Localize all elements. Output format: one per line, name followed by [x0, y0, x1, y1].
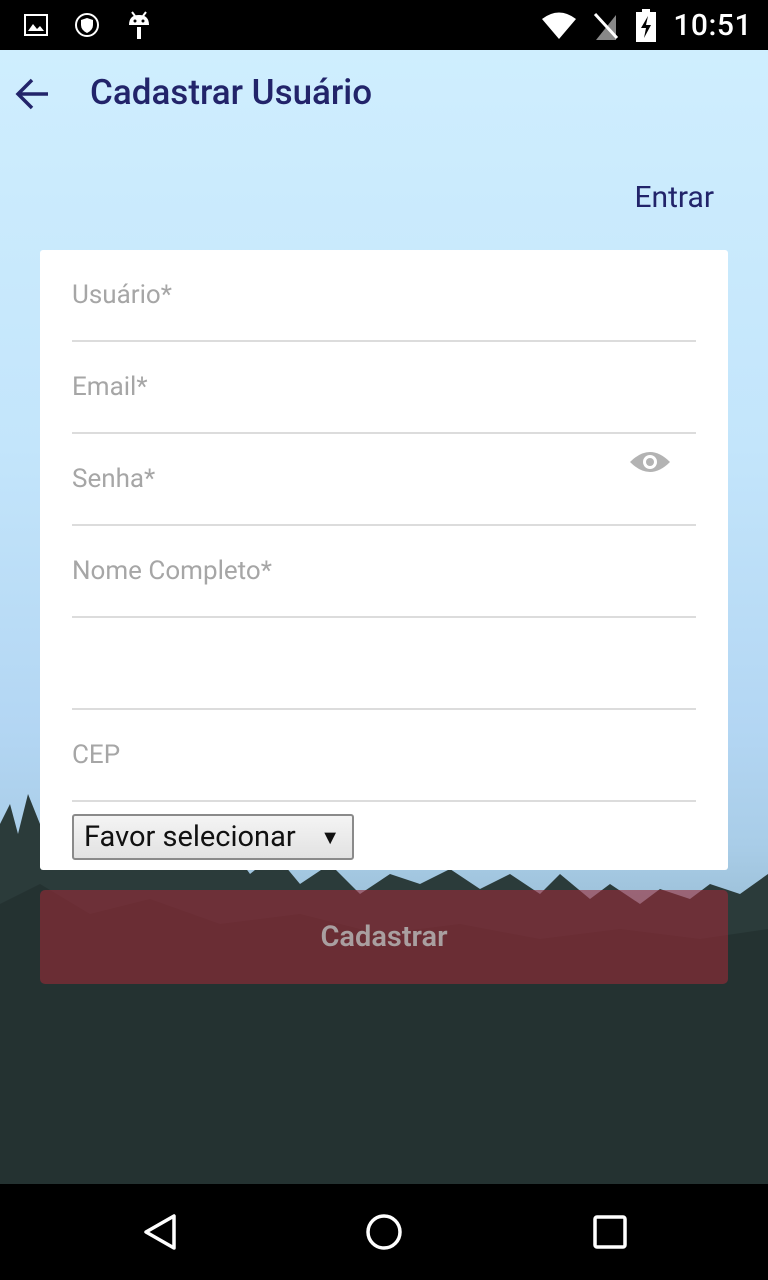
state-select[interactable]: Favor selecionar ▼: [72, 814, 354, 860]
password-field[interactable]: Senha*: [72, 434, 696, 526]
select-value: Favor selecionar: [84, 820, 296, 854]
email-field[interactable]: Email*: [72, 342, 696, 434]
back-triangle-icon[interactable]: [140, 1212, 180, 1252]
email-placeholder: Email*: [72, 372, 148, 402]
cep-placeholder: CEP: [72, 740, 121, 770]
full-name-placeholder: Nome Completo*: [72, 556, 272, 586]
wifi-icon: [542, 12, 577, 39]
shield-icon: [75, 13, 99, 37]
cep-field[interactable]: CEP: [72, 710, 696, 802]
password-placeholder: Senha*: [72, 464, 156, 494]
image-icon: [24, 14, 48, 36]
recents-square-icon[interactable]: [590, 1212, 630, 1252]
login-link[interactable]: Entrar: [635, 180, 715, 215]
username-field[interactable]: Usuário*: [72, 250, 696, 342]
register-button[interactable]: Cadastrar: [40, 890, 728, 984]
username-placeholder: Usuário*: [72, 280, 172, 310]
show-password-icon[interactable]: [628, 446, 672, 478]
clock: 10:51: [673, 8, 752, 43]
unlabeled-field[interactable]: [72, 618, 696, 710]
full-name-field[interactable]: Nome Completo*: [72, 526, 696, 618]
android-icon: [129, 11, 149, 39]
arrow-left-icon: [15, 78, 48, 110]
system-nav-bar: [0, 1184, 768, 1280]
battery-charging-icon: [636, 8, 657, 42]
status-bar: 10:51: [0, 0, 768, 50]
back-button[interactable]: [12, 74, 52, 114]
dropdown-arrow-icon: ▼: [320, 825, 340, 849]
page-title: Cadastrar Usuário: [90, 72, 373, 113]
home-circle-icon[interactable]: [364, 1212, 404, 1252]
registration-form: Usuário* Email* Senha* Nome Completo* CE…: [40, 250, 728, 870]
no-sim-icon: [594, 12, 619, 40]
